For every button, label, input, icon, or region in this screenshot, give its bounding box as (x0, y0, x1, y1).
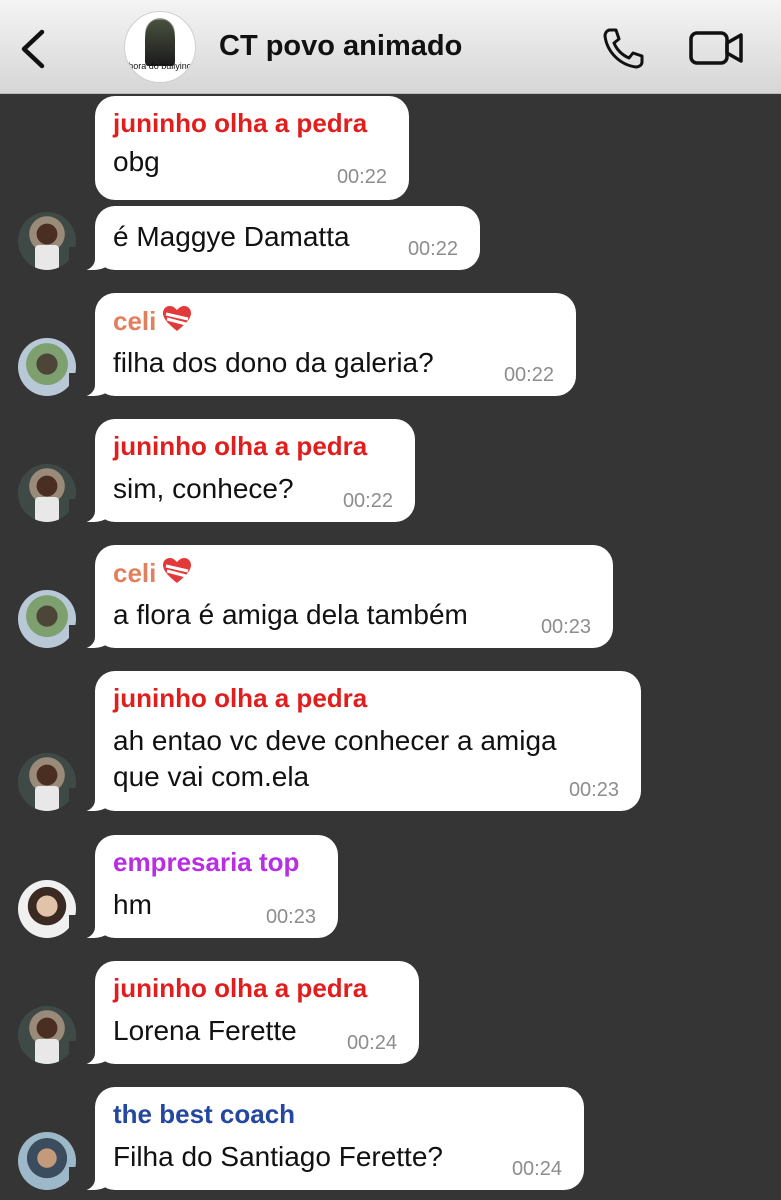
message-sender: juninho olha a pedra (113, 108, 368, 138)
avatar[interactable] (18, 464, 76, 522)
message-sender: celi (113, 305, 192, 337)
message-time: 00:22 (407, 238, 458, 260)
message-bubble[interactable]: juninho olha a pedra Lorena Ferette 00:2… (69, 961, 419, 1065)
message-sender: juninho olha a pedra (113, 431, 368, 461)
message-text: Filha do Santiago Ferette? (113, 1141, 443, 1172)
group-avatar-caption: hora do bullying (128, 61, 192, 71)
message-sender: the best coach (113, 1099, 296, 1129)
message-bubble[interactable]: juninho olha a pedra ah entao vc deve co… (69, 671, 641, 812)
avatar[interactable] (18, 212, 76, 270)
message-bubble[interactable]: juninho olha a pedra sim, conhece? 00:22 (69, 419, 415, 523)
avatar[interactable] (18, 753, 76, 811)
message-bubble[interactable]: juninho olha a pedra obg 00:22 (95, 96, 409, 200)
message-time: 00:23 (568, 779, 619, 801)
message-time: 00:24 (346, 1032, 397, 1054)
video-call-button[interactable] (688, 28, 744, 68)
voice-call-button[interactable] (598, 26, 646, 70)
message-time: 00:23 (540, 616, 591, 638)
message-bubble[interactable]: the best coach Filha do Santiago Ferette… (69, 1087, 584, 1191)
message-sender: juninho olha a pedra (113, 683, 368, 713)
avatar-figure (145, 20, 175, 66)
mending-heart-icon (163, 558, 192, 583)
message-text: hm (113, 889, 152, 920)
avatar[interactable] (18, 1132, 76, 1190)
message-bubble[interactable]: celi a flora é amiga dela também 00:23 (69, 545, 613, 649)
chevron-left-icon (21, 29, 45, 69)
message-time: 00:24 (511, 1158, 562, 1180)
message-text: filha dos dono da galeria? (113, 347, 434, 378)
chat-header: hora do bullying CT povo animado (0, 0, 781, 94)
message-sender: empresaria top (113, 847, 300, 877)
avatar[interactable] (18, 880, 76, 938)
message-time: 00:23 (265, 906, 316, 928)
message-text: sim, conhece? (113, 473, 294, 504)
message-bubble[interactable]: celi filha dos dono da galeria? 00:22 (69, 293, 576, 397)
message-time: 00:22 (336, 166, 387, 188)
message-sender: celi (113, 557, 192, 589)
phone-icon (603, 28, 644, 69)
message-text: obg (113, 146, 160, 177)
sender-name: celi (113, 558, 157, 588)
message-bubble[interactable]: empresaria top hm 00:23 (69, 835, 338, 939)
sender-name: celi (113, 306, 157, 336)
group-avatar[interactable]: hora do bullying (124, 11, 196, 83)
message-sender: juninho olha a pedra (113, 973, 368, 1003)
mending-heart-icon (163, 306, 192, 331)
message-text: Lorena Ferette (113, 1015, 297, 1046)
message-bubble[interactable]: é Maggye Damatta 00:22 (69, 206, 480, 271)
avatar[interactable] (18, 338, 76, 396)
message-text-line: que vai com.ela (113, 761, 310, 792)
message-text-line: ah entao vc deve conhecer a amiga (113, 725, 557, 756)
avatar[interactable] (18, 1006, 76, 1064)
message-text: a flora é amiga dela também (113, 599, 468, 630)
video-camera-icon (689, 31, 743, 65)
back-button[interactable] (14, 26, 54, 72)
message-time: 00:22 (503, 364, 554, 386)
chat-title[interactable]: CT povo animado (219, 30, 462, 63)
message-text: é Maggye Damatta (113, 221, 350, 252)
message-time: 00:22 (342, 490, 393, 512)
avatar[interactable] (18, 590, 76, 648)
